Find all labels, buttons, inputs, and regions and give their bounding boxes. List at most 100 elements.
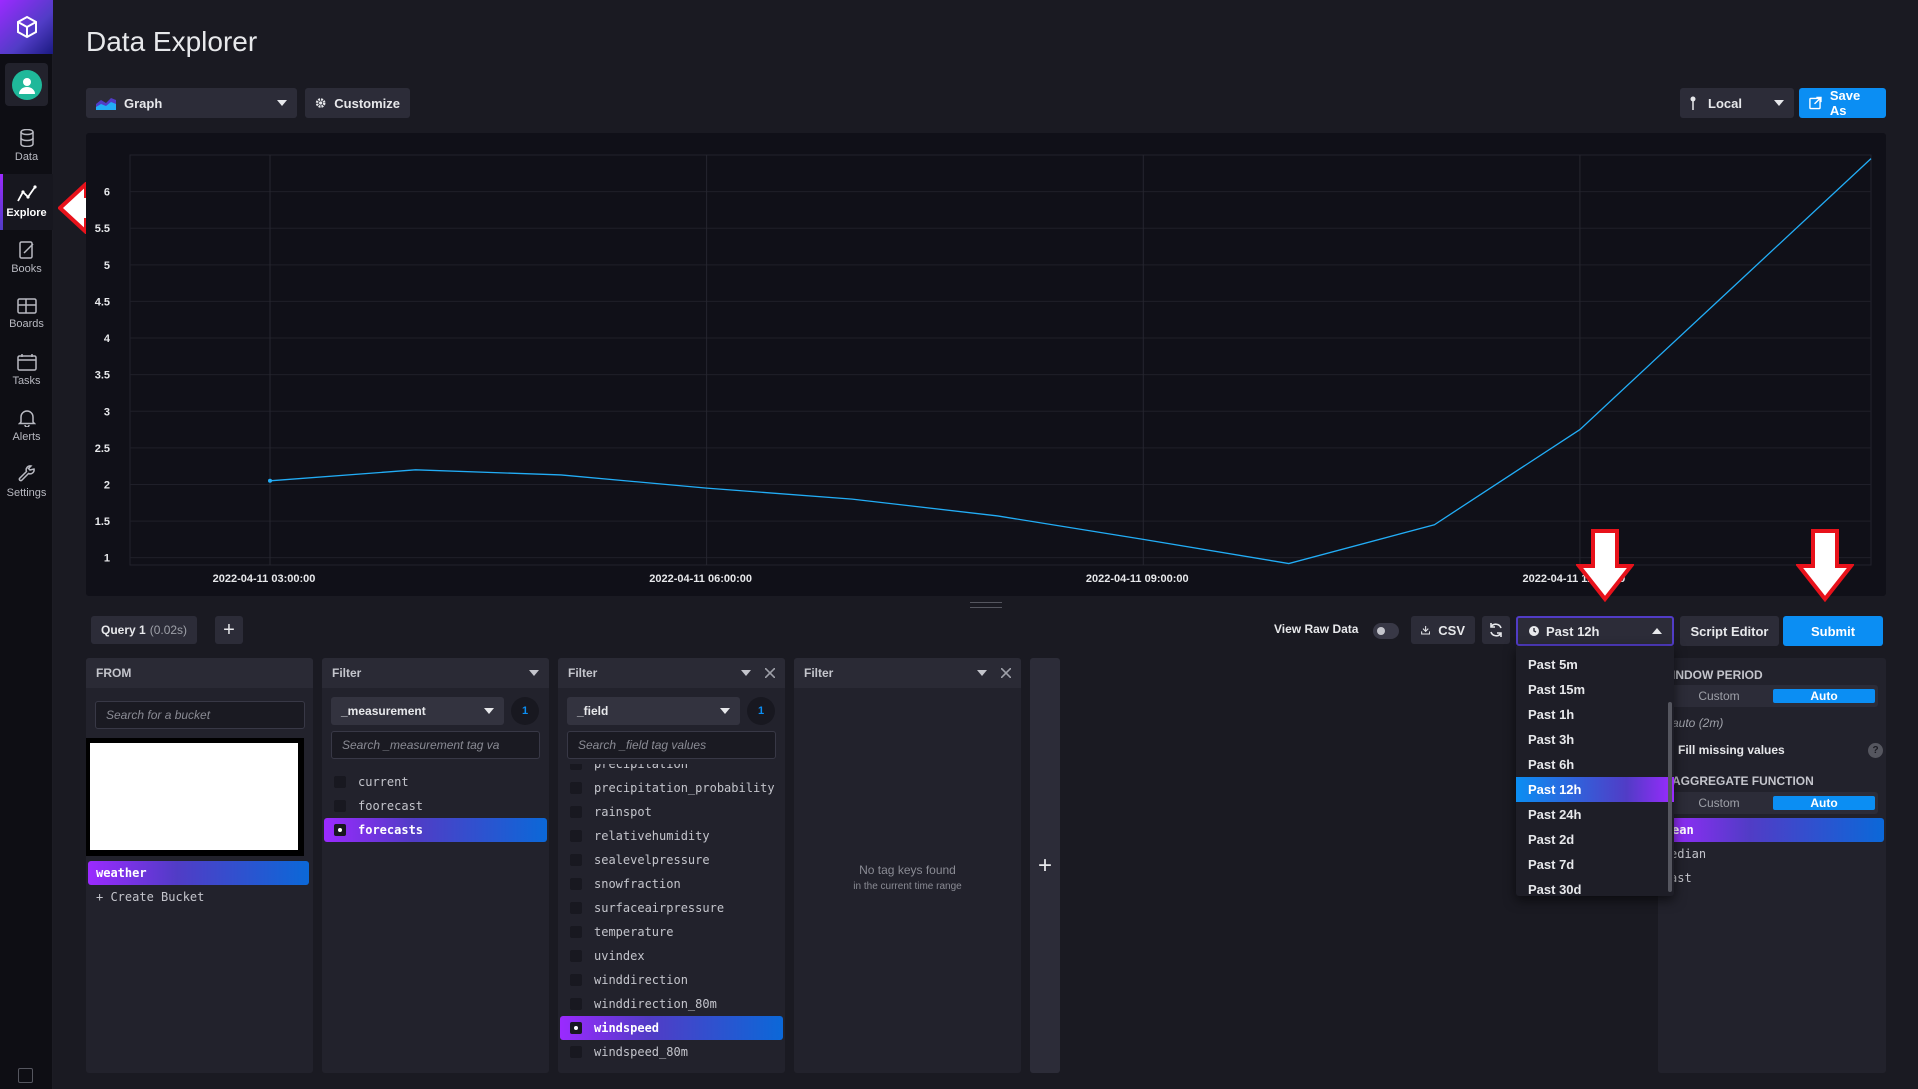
tag-value-item[interactable]: current [324, 770, 547, 794]
user-avatar-button[interactable] [5, 63, 48, 106]
checkbox[interactable] [334, 776, 346, 788]
tag-value-item-selected[interactable]: forecasts [324, 818, 547, 842]
visualization-type-dropdown[interactable]: Graph [86, 88, 297, 118]
tag-value-item[interactable]: winddirection_80m [560, 992, 783, 1016]
checkbox[interactable] [334, 800, 346, 812]
time-range-dropdown[interactable]: Past 12h [1516, 616, 1674, 646]
checkbox[interactable] [570, 782, 582, 794]
graph-panel[interactable]: 1 1.5 2 2.5 3 3.5 4 4.5 5 5.5 6 2022-04-11 03:00:00… [86, 133, 1886, 596]
window-auto-option[interactable]: Auto [1773, 689, 1875, 703]
menu-scrollbar[interactable] [1668, 702, 1672, 892]
tag-value-item[interactable]: precipitation [560, 764, 783, 776]
checkbox[interactable] [570, 854, 582, 866]
time-option[interactable]: Past 1h [1516, 702, 1674, 727]
tag-value-item[interactable]: winddirection [560, 968, 783, 992]
aggregate-function-item[interactable]: ast [1658, 866, 1886, 890]
tag-key-dropdown[interactable]: _field [567, 697, 740, 725]
bucket-item-weather[interactable]: weather [88, 861, 309, 885]
csv-download-button[interactable]: CSV [1411, 616, 1475, 644]
add-filter-button[interactable]: + [1030, 658, 1060, 1073]
tag-value-scroll[interactable]: precipitation precipitation_probability … [558, 764, 785, 1073]
time-option[interactable]: Past 15m [1516, 677, 1674, 702]
checkbox[interactable] [570, 878, 582, 890]
fill-missing-label[interactable]: Fill missing values [1678, 743, 1785, 757]
line-chart[interactable]: 1 1.5 2 2.5 3 3.5 4 4.5 5 5.5 6 2022-04-11 03:00:00… [86, 133, 1886, 596]
tag-value-item-selected[interactable]: windspeed [560, 1016, 783, 1040]
sidebar-item-boards[interactable]: Boards [0, 286, 53, 342]
checkbox[interactable] [570, 764, 582, 770]
influxdb-logo[interactable] [0, 0, 53, 54]
checkbox[interactable] [570, 830, 582, 842]
aggregate-function-toggle[interactable]: Custom Auto [1668, 792, 1878, 814]
time-option[interactable]: Past 6h [1516, 752, 1674, 777]
caret-down-icon [277, 100, 287, 106]
checkbox[interactable] [570, 998, 582, 1010]
sidebar-item-settings[interactable]: Settings [0, 454, 53, 510]
sidebar-item-alerts[interactable]: Alerts [0, 398, 53, 454]
customize-button[interactable]: Customize [305, 88, 410, 118]
avatar [11, 69, 42, 100]
tag-value-item[interactable]: temperature [560, 920, 783, 944]
sidebar-item-explore[interactable]: Explore [0, 174, 53, 230]
time-option[interactable]: Past 24h [1516, 802, 1674, 827]
checkbox[interactable] [570, 950, 582, 962]
bucket-search-input[interactable]: Search for a bucket [95, 701, 305, 729]
checkbox[interactable] [570, 926, 582, 938]
time-option[interactable]: Past 3h [1516, 727, 1674, 752]
close-icon[interactable] [765, 668, 775, 678]
sidebar-item-tasks[interactable]: Tasks [0, 342, 53, 398]
help-icon[interactable]: ? [1868, 743, 1883, 758]
tag-value-item[interactable]: snowfraction [560, 872, 783, 896]
sidebar-item-books[interactable]: Books [0, 230, 53, 286]
refresh-button[interactable] [1482, 616, 1510, 644]
query-tab[interactable]: Query 1 (0.02s) [91, 616, 198, 644]
sidebar-item-data[interactable]: Data [0, 118, 53, 174]
filter-panel-header[interactable]: Filter [322, 658, 549, 688]
submit-button[interactable]: Submit [1783, 616, 1883, 646]
checkbox[interactable] [570, 902, 582, 914]
tag-value-item[interactable]: foorecast [324, 794, 547, 818]
filter-panel-header[interactable]: Filter [794, 658, 1021, 688]
time-option[interactable]: Past 5m [1516, 652, 1674, 677]
tag-value-item[interactable]: rainspot [560, 800, 783, 824]
timezone-dropdown[interactable]: Local [1680, 88, 1794, 118]
tag-value-search-input[interactable]: Search _field tag values [567, 731, 776, 759]
checkbox[interactable] [570, 1046, 582, 1058]
tag-value-item[interactable]: surfaceairpressure [560, 896, 783, 920]
add-query-button[interactable]: + [215, 616, 243, 644]
sidebar-item-label: Boards [9, 318, 44, 330]
aggregate-function-item[interactable]: edian [1658, 842, 1886, 866]
function-auto-option[interactable]: Auto [1773, 796, 1875, 810]
tag-value-item[interactable]: precipitation_probability [560, 776, 783, 800]
checkbox[interactable] [570, 806, 582, 818]
create-bucket-link[interactable]: + Create Bucket [88, 885, 309, 909]
time-option[interactable]: Past 30d [1516, 877, 1674, 896]
save-as-button[interactable]: Save As [1799, 88, 1886, 118]
time-option-selected[interactable]: Past 12h [1516, 777, 1674, 802]
tag-value-search-input[interactable]: Search _measurement tag va [331, 731, 540, 759]
view-raw-data-toggle[interactable] [1373, 623, 1399, 639]
filter-panel-header[interactable]: Filter [558, 658, 785, 688]
time-option[interactable]: Past 2d [1516, 827, 1674, 852]
tag-value-label: precipitation_probability [594, 781, 775, 795]
panel-resize-handle[interactable] [970, 602, 1002, 608]
collapse-sidebar-button[interactable] [18, 1068, 33, 1083]
tag-value-item[interactable]: relativehumidity [560, 824, 783, 848]
time-option[interactable]: Past 7d [1516, 852, 1674, 877]
tag-value-item[interactable]: windspeed_80m [560, 1040, 783, 1064]
checkbox-checked[interactable] [570, 1022, 582, 1034]
checkbox-checked[interactable] [334, 824, 346, 836]
tag-key-dropdown[interactable]: _measurement [331, 697, 504, 725]
window-period-toggle[interactable]: Custom Auto [1668, 685, 1878, 707]
tag-value-item[interactable]: sealevelpressure [560, 848, 783, 872]
timezone-label: Local [1708, 95, 1742, 111]
close-icon[interactable] [1001, 668, 1011, 678]
script-editor-button[interactable]: Script Editor [1680, 616, 1779, 646]
window-period-value[interactable]: auto (2m) [1672, 716, 1723, 730]
aggregate-function-item-selected[interactable]: ean [1660, 818, 1884, 842]
checkbox[interactable] [570, 974, 582, 986]
aggregate-panel: INDOW PERIOD Custom Auto auto (2m) Fill … [1658, 658, 1886, 1073]
function-custom-option[interactable]: Custom [1668, 796, 1770, 810]
window-custom-option[interactable]: Custom [1668, 689, 1770, 703]
tag-value-item[interactable]: uvindex [560, 944, 783, 968]
